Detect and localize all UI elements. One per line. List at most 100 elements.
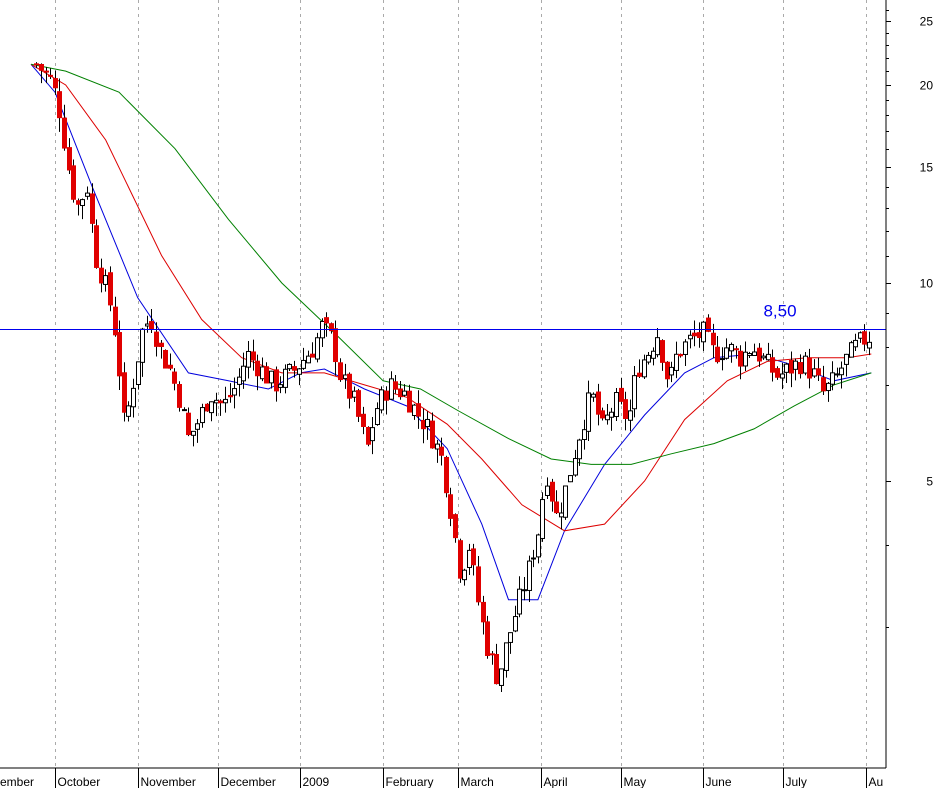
candlesticks [34, 62, 872, 692]
candle-body [743, 351, 748, 367]
y-tick-label: 20 [920, 79, 934, 93]
reference-line-label: 8,50 [763, 302, 796, 321]
candle-body [347, 373, 352, 399]
candle-body [471, 548, 476, 566]
candle-body [218, 400, 223, 404]
x-tick-label: December [221, 775, 276, 788]
x-tick-label: Au [869, 775, 884, 788]
candle-body [701, 321, 706, 343]
candle-body [44, 70, 49, 73]
candle-body [200, 407, 205, 424]
candle-body [494, 653, 499, 685]
y-tick-label: 5 [926, 475, 933, 489]
candle-body [416, 403, 421, 417]
y-axis: 5 10 15 20 25 [886, 10, 934, 628]
candle-body [678, 353, 683, 357]
candle-body [789, 360, 794, 374]
candle-body [251, 351, 256, 361]
candle-body [205, 403, 210, 412]
x-tick-label: June [706, 775, 732, 788]
candle-body [67, 147, 72, 171]
candle-body [821, 377, 826, 392]
candle-body [665, 361, 670, 380]
candle-body [297, 368, 302, 375]
candle-body [844, 353, 849, 365]
y-tick-label: 25 [920, 15, 934, 29]
candle-body [90, 193, 95, 224]
candle-body [600, 410, 605, 419]
candle-body [48, 74, 53, 77]
candle-body [379, 389, 384, 411]
candle-body [306, 355, 311, 364]
candle-body [839, 367, 844, 376]
candle-body [517, 588, 522, 615]
candle-body [637, 372, 642, 377]
candle-body [182, 409, 187, 412]
candle-body [439, 446, 444, 456]
candle-body [241, 365, 246, 382]
candle-body [223, 398, 228, 404]
candle-body [99, 267, 104, 284]
candle-body [453, 514, 458, 539]
candle-body [172, 371, 177, 384]
x-tick-label: 2009 [303, 775, 330, 788]
candle-body [246, 350, 251, 368]
candle-body [140, 328, 145, 363]
candle-body [683, 341, 688, 355]
candle-body [830, 372, 835, 385]
candle-body [862, 331, 867, 345]
candle-body [402, 390, 407, 396]
candle-body [393, 381, 398, 390]
candle-body [274, 369, 279, 392]
candle-body [646, 354, 651, 363]
candle-body [766, 353, 771, 361]
candle-body [375, 408, 380, 426]
candle-body [117, 332, 122, 377]
candle-body [614, 392, 619, 418]
candle-body [609, 411, 614, 418]
candle-body [228, 394, 233, 398]
candle-body [582, 429, 587, 441]
candle-body [692, 332, 697, 337]
candle-body [724, 347, 729, 359]
candle-body [269, 370, 274, 384]
candle-body [283, 368, 288, 388]
candle-body [154, 331, 159, 347]
candle-body [136, 361, 141, 385]
candle-body [628, 410, 633, 421]
candle-body [596, 391, 601, 415]
candle-body [315, 337, 320, 360]
candle-body [688, 334, 693, 340]
moving-average-line [30, 63, 872, 465]
candle-body [57, 91, 62, 119]
candle-body [729, 343, 734, 352]
candle-body [481, 601, 486, 623]
candle-body [287, 363, 292, 370]
candle-body [430, 420, 435, 449]
candle-body [370, 427, 375, 442]
plot-frame [0, 0, 887, 769]
candle-body [435, 443, 440, 450]
candle-body [540, 499, 545, 539]
candle-body [163, 349, 168, 369]
candle-body [803, 355, 808, 374]
candle-body [513, 616, 518, 632]
x-axis: ember October November December 2009 February… [0, 768, 884, 789]
candle-body [310, 353, 315, 358]
x-tick-label: February [386, 775, 434, 788]
candle-body [508, 632, 513, 643]
candle-body [715, 346, 720, 363]
moving-average-line [30, 63, 872, 532]
price-chart: 8,50 5 10 15 20 25 ember October November Decem… [0, 0, 934, 789]
candle-body [849, 342, 854, 358]
candle-body [563, 485, 568, 518]
candle-body [425, 418, 430, 428]
candle-body [126, 405, 131, 417]
candle-body [85, 192, 90, 197]
candle-body [573, 458, 578, 476]
candle-body [660, 340, 665, 363]
candle-body [642, 359, 647, 378]
candle-body [780, 373, 785, 379]
candle-body [264, 366, 269, 384]
candle-body [186, 412, 191, 436]
